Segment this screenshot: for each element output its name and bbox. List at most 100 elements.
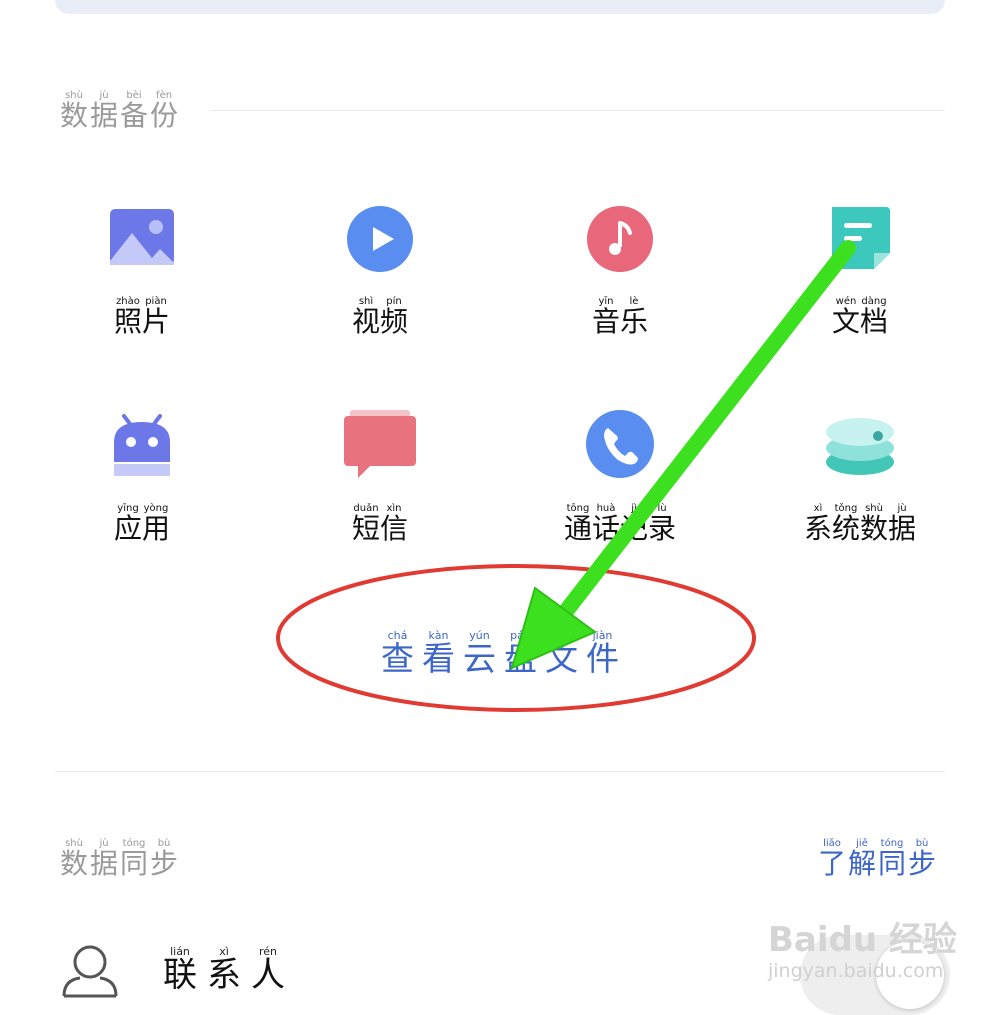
hanzi-character: 盘 <box>504 639 537 678</box>
backup-item-label: duǎn 短 xìn 信 <box>280 503 480 543</box>
hanzi-character: 件 <box>586 639 619 678</box>
hanzi-character: 文 <box>831 305 860 338</box>
hanzi-character: 照 <box>113 305 142 338</box>
hanzi-character: 解 <box>848 847 877 880</box>
learn-sync-link[interactable]: liǎo 了 jiě 解 tóng 同 bù 步 <box>818 838 938 878</box>
backup-item-photos[interactable]: zhào 照 piàn 片 <box>42 203 242 353</box>
ruby-char: zhào 照 <box>114 296 142 336</box>
video-play-icon <box>347 206 413 272</box>
ruby-char: jù 据 <box>90 90 118 130</box>
ruby-char: shù 数 <box>60 838 88 878</box>
ruby-char: chá 查 <box>381 630 414 678</box>
backup-item-videos[interactable]: shì 视 pín 频 <box>280 203 480 353</box>
ruby-char: liǎo 了 <box>818 838 846 878</box>
ruby-char: yīng 应 <box>114 503 142 543</box>
hanzi-character: 同 <box>878 847 907 880</box>
hanzi-character: 数 <box>60 99 89 132</box>
backup-item-label: zhào 照 piàn 片 <box>42 296 242 336</box>
ruby-char: wén 文 <box>832 296 860 336</box>
hanzi-character: 系 <box>803 512 832 545</box>
hanzi-character: 信 <box>380 512 409 545</box>
hanzi-character: 档 <box>860 305 889 338</box>
ruby-char: shì 视 <box>352 296 380 336</box>
view-cloud-files-link[interactable]: chá 查 kàn 看 yún 云 pán 盘 wén 文 jiàn 件 <box>381 630 627 678</box>
backup-item-label: tōng 通 huà 话 jì 记 lù 录 <box>520 503 720 543</box>
hanzi-character: 联 <box>163 955 197 995</box>
ruby-char: xìn 信 <box>380 503 408 543</box>
ruby-char: jù 据 <box>888 503 916 543</box>
ruby-char: yún 云 <box>463 630 496 678</box>
hanzi-character: 查 <box>381 639 414 678</box>
ruby-char: bù 步 <box>908 838 936 878</box>
hanzi-character: 人 <box>251 955 285 995</box>
ruby-char: wén 文 <box>545 630 578 676</box>
backup-title-divider <box>210 110 945 111</box>
hanzi-character: 步 <box>908 847 937 880</box>
hanzi-character: 音 <box>591 305 620 338</box>
ruby-char: tǒng 统 <box>832 503 860 543</box>
backup-item-label: shì 视 pín 频 <box>280 296 480 336</box>
backup-item-apps[interactable]: yīng 应 yòng 用 <box>42 410 242 560</box>
ruby-char: jì 记 <box>620 503 648 543</box>
hanzi-character: 用 <box>142 512 171 545</box>
phone-icon <box>586 410 654 478</box>
ruby-char: shù 数 <box>60 90 88 130</box>
sync-section-title: shù 数 jù 据 tóng 同 bù 步 <box>60 838 180 878</box>
hanzi-character: 片 <box>142 305 171 338</box>
hanzi-character: 乐 <box>620 305 649 338</box>
ruby-char: lù 录 <box>648 503 676 543</box>
hanzi-character: 应 <box>113 512 142 545</box>
ruby-char: shù 数 <box>860 503 888 543</box>
ruby-char: yòng 用 <box>142 503 170 543</box>
photo-icon <box>110 209 174 265</box>
hanzi-character: 据 <box>90 99 119 132</box>
watermark-logo: Baidu 经验 <box>768 920 957 960</box>
hanzi-character: 数 <box>860 512 889 545</box>
ruby-char: lián 联 <box>163 946 197 995</box>
backup-item-messages[interactable]: duǎn 短 xìn 信 <box>280 410 480 560</box>
backup-section-title: shù 数 jù 据 bèi 备 fèn 份 <box>60 90 180 130</box>
system-data-icon <box>826 418 894 475</box>
hanzi-character: 话 <box>591 512 620 545</box>
ruby-char: bù 步 <box>150 838 178 878</box>
hanzi-character: 记 <box>620 512 649 545</box>
android-app-icon <box>114 414 170 476</box>
hanzi-character: 看 <box>422 639 455 678</box>
backup-item-system-data[interactable]: xì 系 tǒng 统 shù 数 jù 据 <box>760 410 960 560</box>
baidu-watermark: Baidu 经验 jingyan.baidu.com <box>760 912 960 992</box>
hanzi-character: 通 <box>563 512 592 545</box>
ruby-char: rén 人 <box>251 946 285 995</box>
top-card <box>55 0 945 14</box>
backup-item-call-logs[interactable]: tōng 通 huà 话 jì 记 lù 录 <box>520 410 720 560</box>
ruby-char: pán 盘 <box>504 630 537 678</box>
backup-item-label: yīng 应 yòng 用 <box>42 503 242 543</box>
hanzi-character: 系 <box>207 955 241 995</box>
backup-item-music[interactable]: yīn 音 lè 乐 <box>520 203 720 353</box>
contact-person-icon <box>62 945 118 998</box>
ruby-char: lè 乐 <box>620 296 648 336</box>
ruby-char: kàn 看 <box>422 630 455 678</box>
ruby-char: xì 系 <box>207 946 241 995</box>
ruby-char: huà 话 <box>592 503 620 543</box>
ruby-char: jiě 解 <box>848 838 876 878</box>
backup-item-label: xì 系 tǒng 统 shù 数 jù 据 <box>760 503 960 543</box>
document-icon <box>832 207 890 269</box>
ruby-char: tóng 同 <box>878 838 906 878</box>
hanzi-character: 云 <box>463 639 496 678</box>
ruby-char: fèn 份 <box>150 90 178 130</box>
ruby-char: duǎn 短 <box>352 503 380 543</box>
hanzi-character: 录 <box>648 512 677 545</box>
ruby-char: tóng 同 <box>120 838 148 878</box>
hanzi-character: 步 <box>150 847 179 880</box>
backup-item-documents[interactable]: wén 文 dàng 档 <box>760 203 960 353</box>
hanzi-character: 视 <box>351 305 380 338</box>
hanzi-character: 据 <box>90 847 119 880</box>
watermark-url: jingyan.baidu.com <box>768 960 944 982</box>
ruby-char: yīn 音 <box>592 296 620 336</box>
ruby-char: jù 据 <box>90 838 118 878</box>
ruby-char: tōng 通 <box>564 503 592 543</box>
music-note-icon <box>587 206 653 272</box>
ruby-char: jiàn 件 <box>586 630 619 678</box>
contacts-label: lián 联 xì 系 rén 人 <box>163 946 295 995</box>
backup-item-label: yīn 音 lè 乐 <box>520 296 720 336</box>
